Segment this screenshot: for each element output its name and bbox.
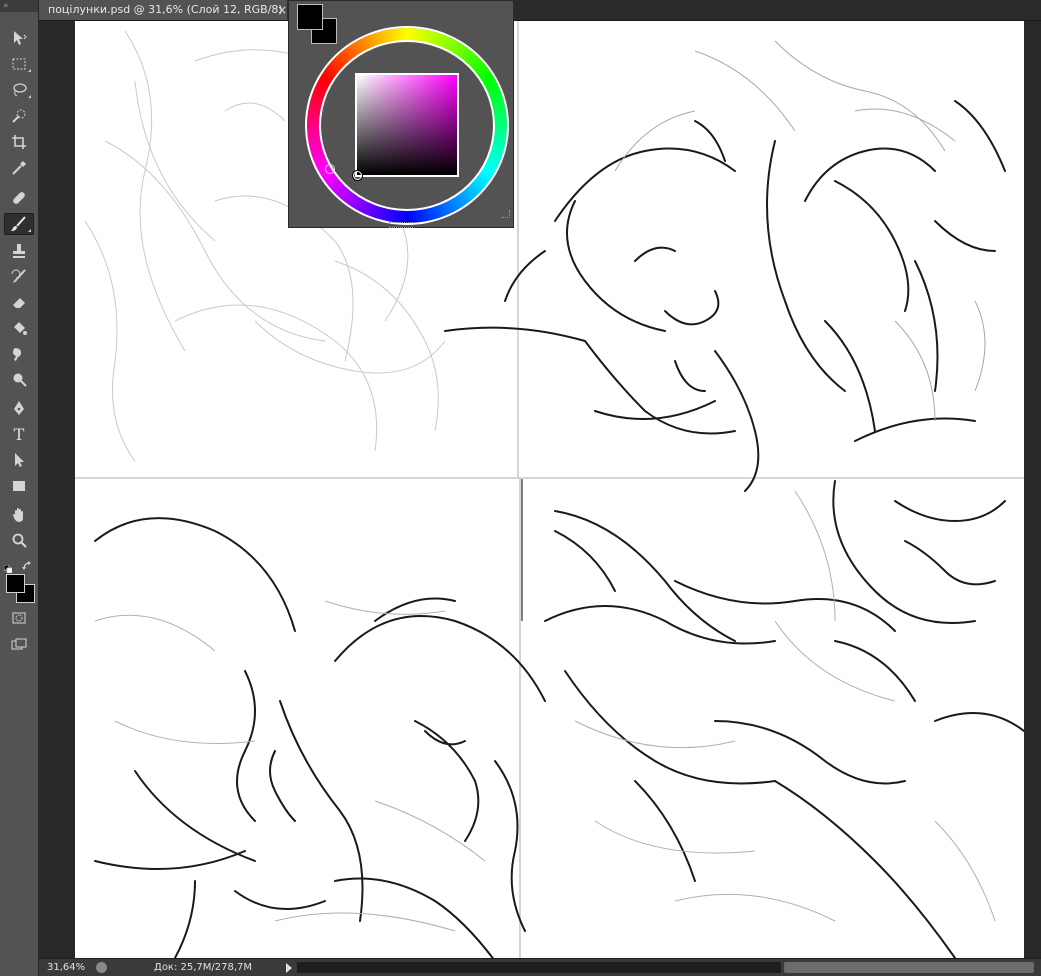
quick-mask-button[interactable] bbox=[4, 607, 34, 629]
tool-submenu-indicator bbox=[28, 95, 31, 98]
screen-mode-button[interactable] bbox=[4, 634, 34, 656]
brush-icon bbox=[11, 216, 26, 231]
document-canvas[interactable] bbox=[75, 21, 1024, 958]
lasso-tool-button[interactable] bbox=[4, 79, 34, 101]
saturation-value-square[interactable] bbox=[355, 73, 459, 177]
hand-tool-button[interactable] bbox=[4, 504, 34, 526]
healing-icon bbox=[13, 192, 25, 204]
document-status-icon[interactable] bbox=[96, 962, 107, 973]
hue-marker[interactable] bbox=[325, 164, 335, 174]
horizontal-scrollbar-track[interactable] bbox=[297, 962, 781, 973]
sketch-artwork bbox=[75, 21, 1024, 958]
eraser-tool-button[interactable] bbox=[4, 291, 34, 313]
eyedropper-tool-button[interactable] bbox=[4, 157, 34, 179]
marquee-icon bbox=[12, 58, 26, 70]
status-menu-arrow-icon[interactable] bbox=[286, 963, 292, 973]
quick-selection-icon bbox=[12, 109, 26, 123]
crop-icon bbox=[12, 135, 26, 149]
type-tool-button[interactable]: T bbox=[4, 423, 34, 445]
status-bar: 31,64% Док: 25,7M/278,7M bbox=[39, 958, 1041, 976]
healing-tool-button[interactable] bbox=[4, 187, 34, 209]
rectangle-tool-button[interactable] bbox=[4, 475, 34, 497]
bucket-icon bbox=[14, 322, 27, 335]
document-tab-title: поцілунки.psd @ 31,6% (Слой 12, RGB/8) bbox=[48, 3, 283, 16]
brush-tool-button[interactable] bbox=[4, 213, 34, 235]
dodge-tool-button[interactable] bbox=[4, 369, 34, 391]
document-tab-bar: поцілунки.psd @ 31,6% (Слой 12, RGB/8) × bbox=[39, 0, 1041, 21]
tool-submenu-indicator bbox=[28, 229, 31, 232]
stamp-icon bbox=[13, 244, 25, 258]
eraser-icon bbox=[13, 298, 25, 308]
zoom-level[interactable]: 31,64% bbox=[47, 962, 85, 973]
stamp-tool-button[interactable] bbox=[4, 240, 34, 262]
panel-resize-handle[interactable] bbox=[502, 210, 510, 218]
tools-panel: » T bbox=[0, 0, 39, 976]
screen-mode-icon bbox=[11, 638, 27, 650]
tool-color-swatches bbox=[4, 572, 36, 604]
pen-icon bbox=[14, 401, 24, 415]
eyedropper-icon bbox=[12, 161, 26, 175]
quick-mask-icon bbox=[12, 612, 26, 624]
history-brush-tool-button[interactable] bbox=[4, 266, 34, 288]
foreground-color-swatch[interactable] bbox=[6, 574, 25, 593]
move-tool-button[interactable] bbox=[4, 27, 34, 49]
quick-selection-tool-button[interactable] bbox=[4, 105, 34, 127]
rectangle-icon bbox=[13, 481, 25, 491]
color-wheel-panel bbox=[288, 0, 514, 228]
move-icon bbox=[14, 31, 27, 45]
hand-icon bbox=[13, 508, 23, 522]
swap-colors-icon[interactable] bbox=[22, 556, 32, 570]
path-selection-tool-button[interactable] bbox=[4, 449, 34, 471]
panel-grip[interactable] bbox=[389, 222, 413, 228]
toolbar-grip[interactable]: » bbox=[0, 0, 38, 12]
type-icon: T bbox=[13, 424, 25, 444]
zoom-tool-button[interactable] bbox=[4, 530, 34, 552]
default-colors-icon[interactable] bbox=[3, 558, 13, 574]
dodge-icon bbox=[13, 373, 27, 387]
document-size-info: Док: 25,7M/278,7M bbox=[154, 962, 253, 973]
photoshop-window: » T поцілунки.psd @ 31,6% (Слой 12, RGB/… bbox=[0, 0, 1041, 976]
panel-foreground-color-swatch[interactable] bbox=[297, 4, 323, 30]
pen-tool-button[interactable] bbox=[4, 397, 34, 419]
smudge-icon bbox=[13, 348, 21, 361]
document-tab[interactable]: поцілунки.psd @ 31,6% (Слой 12, RGB/8) × bbox=[39, 0, 287, 20]
smudge-tool-button[interactable] bbox=[4, 343, 34, 365]
horizontal-scrollbar-thumb[interactable] bbox=[784, 962, 1034, 973]
close-tab-icon[interactable]: × bbox=[277, 0, 287, 20]
lasso-icon bbox=[13, 83, 27, 97]
path-select-icon bbox=[15, 453, 24, 467]
saturation-value-marker[interactable] bbox=[353, 171, 362, 180]
marquee-tool-button[interactable] bbox=[4, 53, 34, 75]
history-brush-icon bbox=[11, 269, 26, 283]
zoom-icon bbox=[12, 533, 27, 548]
bucket-tool-button[interactable] bbox=[4, 317, 34, 339]
crop-tool-button[interactable] bbox=[4, 131, 34, 153]
tool-submenu-indicator bbox=[28, 69, 31, 72]
